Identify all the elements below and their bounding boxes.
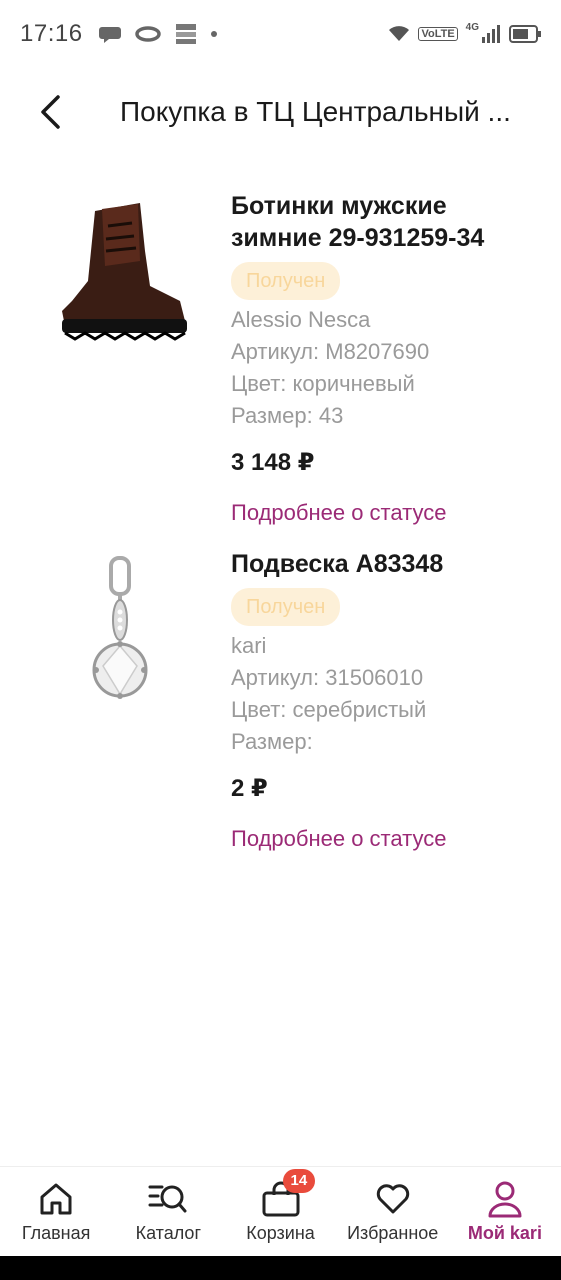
nav-home-label: Главная	[21, 1223, 91, 1243]
item-article: Артикул: M8207690	[231, 339, 430, 364]
item-name: Ботинки мужские зимние 29-931259-34	[231, 192, 485, 252]
back-arrow-icon	[41, 95, 60, 129]
item-brand: kari	[231, 633, 267, 658]
item-info: Ботинки мужские зимние 29-931259-34 Полу…	[231, 190, 541, 528]
signal-icon	[482, 25, 500, 43]
item-brand: Alessio Nesca	[231, 307, 371, 332]
item-size: Размер: 43	[231, 403, 344, 428]
boot-illustration	[62, 203, 187, 341]
status-time: 17:16	[20, 20, 83, 47]
nav-favorites[interactable]: Избранное	[337, 1167, 449, 1256]
profile-icon	[487, 1179, 523, 1219]
pendant-illustration	[92, 556, 148, 699]
system-icons: VoLTE 4G	[388, 21, 541, 43]
wifi-icon	[389, 26, 410, 41]
item-size: Размер:	[231, 729, 313, 754]
status-details-link[interactable]: Подробнее о статусе	[231, 824, 541, 854]
back-button[interactable]	[20, 82, 80, 142]
cart-count-badge: 14	[282, 1169, 316, 1193]
nav-favorites-label: Избранное	[347, 1223, 439, 1243]
notification-icons	[98, 21, 217, 47]
heart-icon	[375, 1179, 411, 1219]
nav-catalog[interactable]: Каталог	[112, 1167, 224, 1256]
item-name: Подвеска A83348	[231, 550, 444, 578]
catalog-search-icon	[148, 1179, 188, 1219]
item-price: 3 148 ₽	[231, 449, 315, 476]
pendant-image[interactable]	[40, 548, 200, 708]
item-info: Подвеска A83348 Получен kari Артикул: 31…	[231, 548, 541, 854]
item-article: Артикул: 31506010	[231, 665, 424, 690]
status-bar: 17:16 VoLTE 4G	[0, 0, 561, 68]
page-header: Покупка в ТЦ Центральный ...	[0, 76, 561, 148]
status-badge: Получен	[231, 588, 341, 626]
nav-cart-label: Корзина	[246, 1223, 315, 1243]
page-title: Покупка в ТЦ Центральный ...	[120, 96, 511, 127]
more-notifications-dot	[210, 31, 217, 37]
battery-icon	[509, 25, 541, 43]
item-price: 2 ₽	[231, 775, 268, 802]
cart-bag-icon: 14	[261, 1169, 316, 1219]
system-navigation-bar	[0, 1256, 561, 1280]
boot-image[interactable]	[40, 186, 200, 346]
tutu-app-icon	[175, 24, 196, 44]
chat-icon	[98, 27, 121, 43]
ring-app-icon	[134, 26, 161, 42]
volte-icon: VoLTE	[418, 27, 458, 41]
nav-cart[interactable]: 14 Корзина	[224, 1167, 336, 1256]
nav-home[interactable]: Главная	[0, 1167, 112, 1256]
network-gen-label: 4G	[465, 21, 479, 33]
nav-catalog-label: Каталог	[135, 1223, 202, 1243]
status-badge: Получен	[231, 262, 341, 300]
nav-my-kari[interactable]: Мой kari	[449, 1167, 561, 1256]
item-color: Цвет: коричневый	[231, 371, 415, 396]
bottom-navigation: Главная Каталог 14 Корзина Избранное Мой…	[0, 1166, 561, 1256]
status-details-link[interactable]: Подробнее о статусе	[231, 498, 541, 528]
item-color: Цвет: серебристый	[231, 697, 427, 722]
home-icon	[38, 1179, 74, 1219]
nav-my-kari-label: Мой kari	[467, 1223, 542, 1243]
